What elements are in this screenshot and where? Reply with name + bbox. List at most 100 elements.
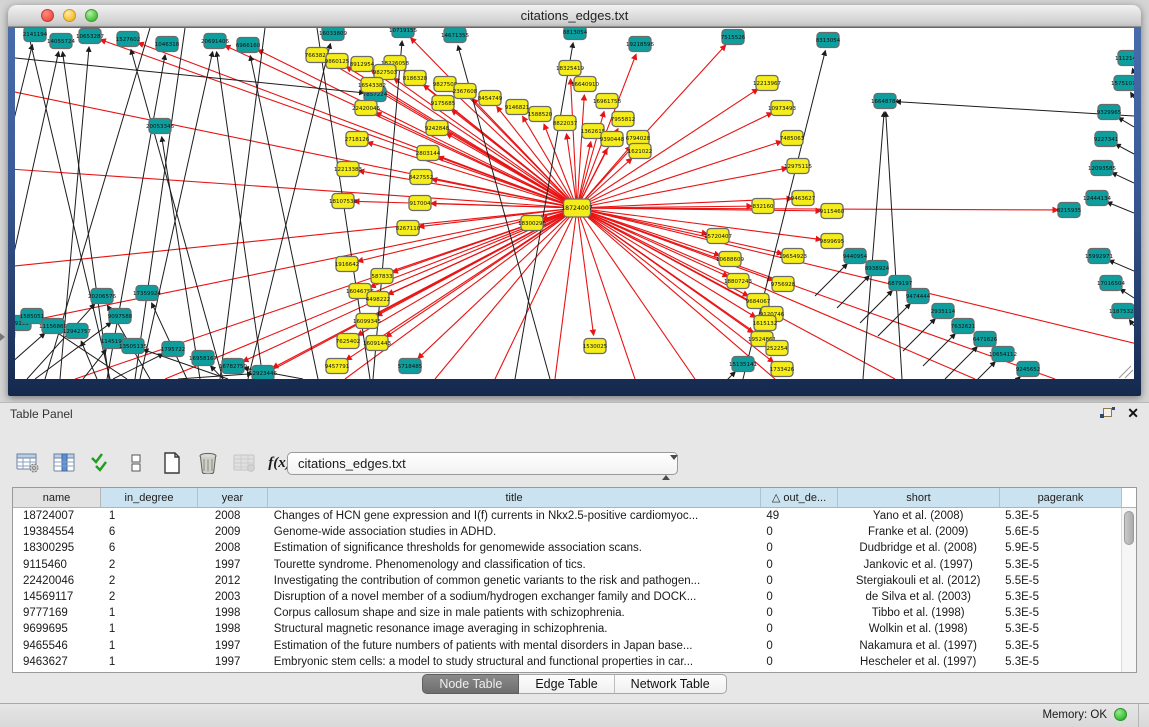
graph-edge[interactable] [495, 208, 577, 379]
graph-node[interactable]: 16543382 [358, 78, 386, 93]
table-settings-icon[interactable] [14, 449, 41, 477]
graph-node[interactable]: 15135141 [729, 357, 757, 372]
graph-node[interactable]: 11875322 [1109, 304, 1134, 319]
delete-table-icon[interactable] [194, 449, 221, 477]
graph-node[interactable]: 8267110 [396, 221, 421, 236]
graph-node[interactable]: 16099345 [353, 314, 381, 329]
cell-in-degree[interactable]: 1 [101, 605, 198, 621]
cell-out-de-[interactable]: 0 [760, 638, 837, 654]
graph-node[interactable]: 9899695 [820, 234, 845, 249]
tab-network-table[interactable]: Network Table [615, 674, 727, 694]
cell-in-degree[interactable]: 1 [101, 654, 198, 670]
graph-edge[interactable] [577, 113, 772, 208]
graph-node[interactable]: 12942757 [63, 324, 91, 339]
cell-title[interactable]: Investigating the contribution of common… [268, 573, 761, 589]
graph-node[interactable]: 1585051 [20, 309, 45, 324]
graph-node[interactable]: 19218596 [626, 37, 654, 52]
graph-node[interactable]: 1733426 [770, 362, 795, 377]
cell-name[interactable]: 19384554 [13, 524, 101, 540]
graph-node[interactable]: 10688609 [716, 252, 744, 267]
table-row[interactable]: 1830029562008Estimation of significance … [13, 540, 1121, 556]
graph-node[interactable]: 12975115 [784, 159, 812, 174]
tab-edge-table[interactable]: Edge Table [519, 674, 614, 694]
graph-node[interactable]: 9115460 [820, 204, 845, 219]
cell-in-degree[interactable]: 6 [101, 524, 198, 540]
graph-node[interactable]: 7955812 [611, 112, 636, 127]
table-row[interactable]: 977716911998Corpus callosum shape and si… [13, 605, 1121, 621]
graph-node[interactable]: 14055724 [47, 34, 75, 49]
citation-graph[interactable]: 2141194140557241065328715276021046318206… [15, 28, 1134, 379]
graph-node[interactable]: 5718485 [398, 359, 423, 374]
cell-pagerank[interactable]: 5.9E-5 [999, 540, 1121, 556]
network-view-canvas[interactable]: 2141194140557241065328715276021046318206… [15, 28, 1134, 379]
table-scrollbar-thumb[interactable] [1124, 511, 1134, 545]
graph-edge[interactable] [1130, 320, 1134, 326]
graph-node[interactable]: 2141194 [23, 28, 48, 42]
cell-pagerank[interactable]: 5.3E-5 [999, 589, 1121, 605]
cell-in-degree[interactable]: 1 [101, 638, 198, 654]
cell-short[interactable]: Stergiakouli et al. (2012) [837, 573, 999, 589]
graph-edge[interactable] [1116, 144, 1134, 154]
graph-node[interactable]: 9245652 [1016, 362, 1041, 377]
graph-edge[interactable] [945, 347, 977, 379]
graph-node[interactable]: 9457791 [325, 359, 350, 374]
cell-year[interactable]: 1997 [198, 557, 268, 573]
cell-pagerank[interactable]: 5.3E-5 [999, 508, 1121, 524]
graph-node[interactable]: 16782759 [219, 359, 247, 374]
cell-name[interactable]: 14569117 [13, 589, 101, 605]
graph-node[interactable]: 587833 [371, 269, 393, 284]
float-panel-icon[interactable] [1100, 407, 1115, 422]
table-row[interactable]: 1872400712008Changes of HCN gene express… [13, 508, 1121, 524]
cell-year[interactable]: 2003 [198, 589, 268, 605]
graph-node[interactable]: 15992971 [1085, 249, 1113, 264]
graph-edge[interactable] [886, 112, 902, 379]
cell-pagerank[interactable]: 5.3E-5 [999, 605, 1121, 621]
cell-out-de-[interactable]: 0 [760, 540, 837, 556]
cell-out-de-[interactable]: 0 [760, 654, 837, 670]
graph-node[interactable]: 12923446 [249, 366, 277, 380]
graph-node[interactable]: 8938924 [865, 261, 890, 276]
graph-edge[interactable] [577, 208, 895, 379]
graph-node[interactable]: 8454749 [478, 91, 503, 106]
column-chooser-icon[interactable] [50, 449, 77, 477]
graph-edge[interactable] [555, 208, 577, 379]
cell-in-degree[interactable]: 2 [101, 557, 198, 573]
graph-node[interactable]: 1588520 [528, 107, 553, 122]
cell-in-degree[interactable]: 2 [101, 573, 198, 589]
graph-node[interactable]: 917004 [409, 196, 431, 211]
graph-node[interactable]: 20053346 [146, 119, 174, 134]
cell-title[interactable]: Estimation of the future numbers of pati… [268, 638, 761, 654]
graph-node[interactable]: 14671355 [441, 28, 469, 43]
graph-node[interactable]: 9097588 [108, 309, 133, 324]
cell-in-degree[interactable]: 1 [101, 621, 198, 637]
graph-node[interactable]: 7625402 [336, 334, 361, 349]
table-row[interactable]: 911546021997Tourette syndrome. Phenomeno… [13, 557, 1121, 573]
select-all-icon[interactable] [86, 449, 113, 477]
cell-title[interactable]: Structural magnetic resonance image aver… [268, 621, 761, 637]
graph-node[interactable]: 18300295 [518, 216, 546, 231]
graph-edge[interactable] [703, 372, 735, 379]
graph-edge[interactable] [923, 334, 955, 366]
graph-edge[interactable] [988, 377, 1020, 379]
close-panel-icon[interactable]: ✕ [1127, 405, 1139, 422]
graph-node[interactable]: 10653287 [76, 29, 104, 44]
graph-node[interactable]: 8912954 [350, 57, 375, 72]
graph-edge[interactable] [15, 208, 577, 268]
cell-in-degree[interactable]: 1 [101, 508, 198, 524]
graph-edge[interactable] [81, 341, 97, 379]
graph-edge[interactable] [1109, 260, 1134, 271]
cell-title[interactable]: Disruption of a novel member of a sodium… [268, 589, 761, 605]
cell-out-de-[interactable]: 0 [760, 605, 837, 621]
graph-edge[interactable] [1112, 173, 1134, 183]
graph-node[interactable]: 10719155 [389, 28, 417, 38]
column-header-in-degree[interactable]: in_degree [101, 488, 198, 507]
cell-pagerank[interactable]: 5.6E-5 [999, 524, 1121, 540]
graph-node[interactable]: 8813054 [563, 28, 588, 40]
cell-out-de-[interactable]: 0 [760, 589, 837, 605]
cell-short[interactable]: de Silva et al. (2003) [837, 589, 999, 605]
cell-name[interactable]: 9777169 [13, 605, 101, 621]
graph-node[interactable]: 15751074 [1111, 76, 1134, 91]
cell-pagerank[interactable]: 5.3E-5 [999, 557, 1121, 573]
cell-name[interactable]: 18724007 [13, 508, 101, 524]
table-row[interactable]: 2242004622012Investigating the contribut… [13, 573, 1121, 589]
